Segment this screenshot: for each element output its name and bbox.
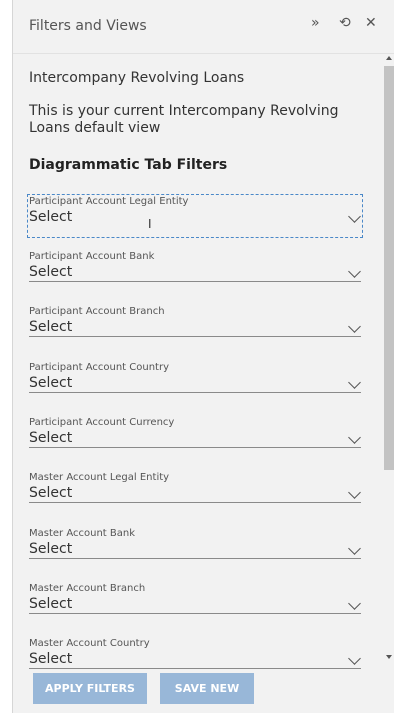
panel-header: Filters and Views » ⟲ ✕ [13, 0, 394, 54]
filter-participant-account-country[interactable]: Participant Account Country Select [29, 362, 361, 402]
filter-participant-account-currency[interactable]: Participant Account Currency Select [29, 417, 361, 457]
chevron-down-icon[interactable] [348, 210, 361, 223]
default-view-text: This is your current Intercompany Revolv… [29, 103, 339, 136]
scrollbar-thumb[interactable] [384, 66, 394, 470]
chevron-down-icon[interactable] [348, 320, 361, 333]
filter-underline [29, 613, 361, 614]
filter-select[interactable]: Select [29, 430, 72, 446]
filter-participant-account-branch[interactable]: Participant Account Branch Select [29, 306, 361, 346]
panel-content: Intercompany Revolving Loans This is you… [13, 54, 379, 670]
chevron-down-icon[interactable] [348, 431, 361, 444]
filter-label: Participant Account Bank [29, 251, 155, 262]
filter-underline [29, 281, 361, 282]
filter-select[interactable]: Select [29, 264, 72, 280]
double-chevron-right-icon[interactable]: » [311, 16, 320, 30]
panel-footer: APPLY FILTERS SAVE NEW [13, 670, 394, 713]
filter-underline [29, 447, 361, 448]
filter-participant-account-legal-entity[interactable]: Participant Account Legal Entity Select [27, 194, 363, 238]
filter-select[interactable]: Select [29, 596, 72, 612]
filter-label: Master Account Branch [29, 583, 146, 594]
history-icon[interactable]: ⟲ [339, 16, 351, 30]
filter-label: Master Account Legal Entity [29, 472, 170, 483]
apply-filters-button[interactable]: APPLY FILTERS [33, 673, 147, 704]
filter-label: Master Account Bank [29, 528, 136, 539]
filter-underline [29, 336, 361, 337]
filter-underline [29, 558, 361, 559]
filter-label: Participant Account Legal Entity [29, 196, 189, 207]
filter-master-account-bank[interactable]: Master Account Bank Select [29, 528, 361, 568]
chevron-down-icon[interactable] [348, 265, 361, 278]
vertical-scrollbar[interactable] [383, 54, 394, 670]
filter-participant-account-bank[interactable]: Participant Account Bank Select [29, 251, 361, 291]
filter-label: Participant Account Country [29, 362, 169, 373]
chevron-down-icon[interactable] [348, 486, 361, 499]
filter-select[interactable]: Select [29, 651, 72, 667]
report-name: Intercompany Revolving Loans [29, 70, 245, 86]
scroll-down-arrow-icon[interactable] [386, 655, 392, 659]
filter-select[interactable]: Select [29, 375, 72, 391]
filter-label: Participant Account Branch [29, 306, 165, 317]
filter-select[interactable]: Select [29, 541, 72, 557]
filter-master-account-legal-entity[interactable]: Master Account Legal Entity Select [29, 472, 361, 512]
filter-label: Participant Account Currency [29, 417, 175, 428]
save-new-button[interactable]: SAVE NEW [160, 673, 254, 704]
scroll-up-arrow-icon[interactable] [386, 56, 392, 60]
filter-underline [29, 668, 361, 669]
filter-select[interactable]: Select [29, 319, 72, 335]
filters-panel: Filters and Views » ⟲ ✕ Intercompany Rev… [12, 0, 394, 713]
chevron-down-icon[interactable] [348, 542, 361, 555]
section-title: Diagrammatic Tab Filters [29, 157, 228, 173]
chevron-down-icon[interactable] [348, 597, 361, 610]
filter-underline [29, 392, 361, 393]
filter-master-account-branch[interactable]: Master Account Branch Select [29, 583, 361, 623]
filter-select[interactable]: Select [29, 209, 72, 225]
chevron-down-icon[interactable] [348, 652, 361, 665]
chevron-down-icon[interactable] [348, 376, 361, 389]
close-icon[interactable]: ✕ [365, 16, 377, 30]
filter-label: Master Account Country [29, 638, 150, 649]
filter-underline [29, 502, 361, 503]
filter-select[interactable]: Select [29, 485, 72, 501]
filter-master-account-country[interactable]: Master Account Country Select [29, 638, 361, 670]
panel-title: Filters and Views [29, 18, 147, 34]
